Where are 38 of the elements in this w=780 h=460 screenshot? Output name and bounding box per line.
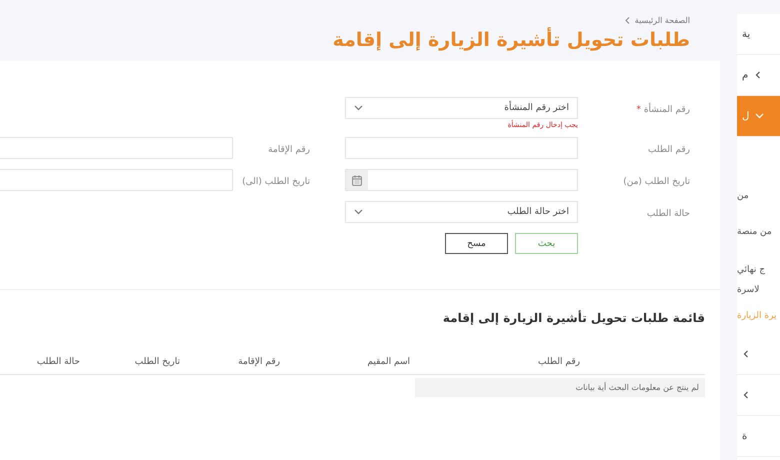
field-label: رقم الطلب xyxy=(647,144,690,157)
search-button[interactable]: بحث xyxy=(515,233,578,254)
sidebar-item[interactable]: ية xyxy=(737,14,780,55)
chevron-down-icon xyxy=(354,105,363,111)
chevron-left-icon xyxy=(754,71,762,79)
submenu-item[interactable]: من منصة xyxy=(737,223,772,261)
submenu-item[interactable]: لاسرة xyxy=(737,281,760,307)
column-header: رقم الطلب xyxy=(537,357,581,367)
sidebar-item[interactable]: ة xyxy=(737,416,780,457)
chevron-down-icon xyxy=(755,113,764,119)
input-field[interactable] xyxy=(345,137,578,159)
calendar-icon xyxy=(346,170,368,190)
page-title: طلبات تحويل تأشيرة الزيارة إلى إقامة xyxy=(332,29,690,51)
required-mark: * xyxy=(636,105,641,115)
input-field[interactable] xyxy=(0,137,233,159)
field-label: تاريخ الطلب (من) xyxy=(622,176,690,189)
field-label: رقم المنشأة * xyxy=(578,97,690,121)
date-field[interactable] xyxy=(0,169,233,191)
chevron-left-icon xyxy=(742,391,750,399)
empty-message: لم ينتج عن معلومات البحث أية بيانات xyxy=(415,378,705,397)
field-label: تاريخ الطلب (الى) xyxy=(241,176,311,189)
submenu-item[interactable]: من xyxy=(737,187,749,223)
date-field[interactable] xyxy=(345,169,578,191)
chevron-left-icon xyxy=(742,350,750,358)
field-label: حالة الطلب xyxy=(646,208,690,221)
submenu-item[interactable]: ج نهائي xyxy=(737,261,766,281)
clear-button[interactable]: مسح xyxy=(445,233,508,254)
breadcrumb-link[interactable]: الصفحة الرئيسية xyxy=(634,16,690,25)
column-header: اسم المقيم xyxy=(366,357,411,367)
field-label: رقم الإقامة xyxy=(267,144,311,157)
chevron-icon xyxy=(624,17,630,24)
list-title: قائمة طلبات تحويل تأشيرة الزيارة إلى إقامة xyxy=(442,311,705,325)
column-header: حالة الطلب xyxy=(36,357,81,367)
column-header: تاريخ الطلب xyxy=(134,357,181,367)
select-field[interactable]: اختر رقم المنشأة xyxy=(345,97,578,119)
chevron-down-icon xyxy=(354,209,363,215)
column-header: رقم الإقامة xyxy=(237,357,281,367)
select-field[interactable]: اختر حالة الطلب xyxy=(345,201,578,223)
